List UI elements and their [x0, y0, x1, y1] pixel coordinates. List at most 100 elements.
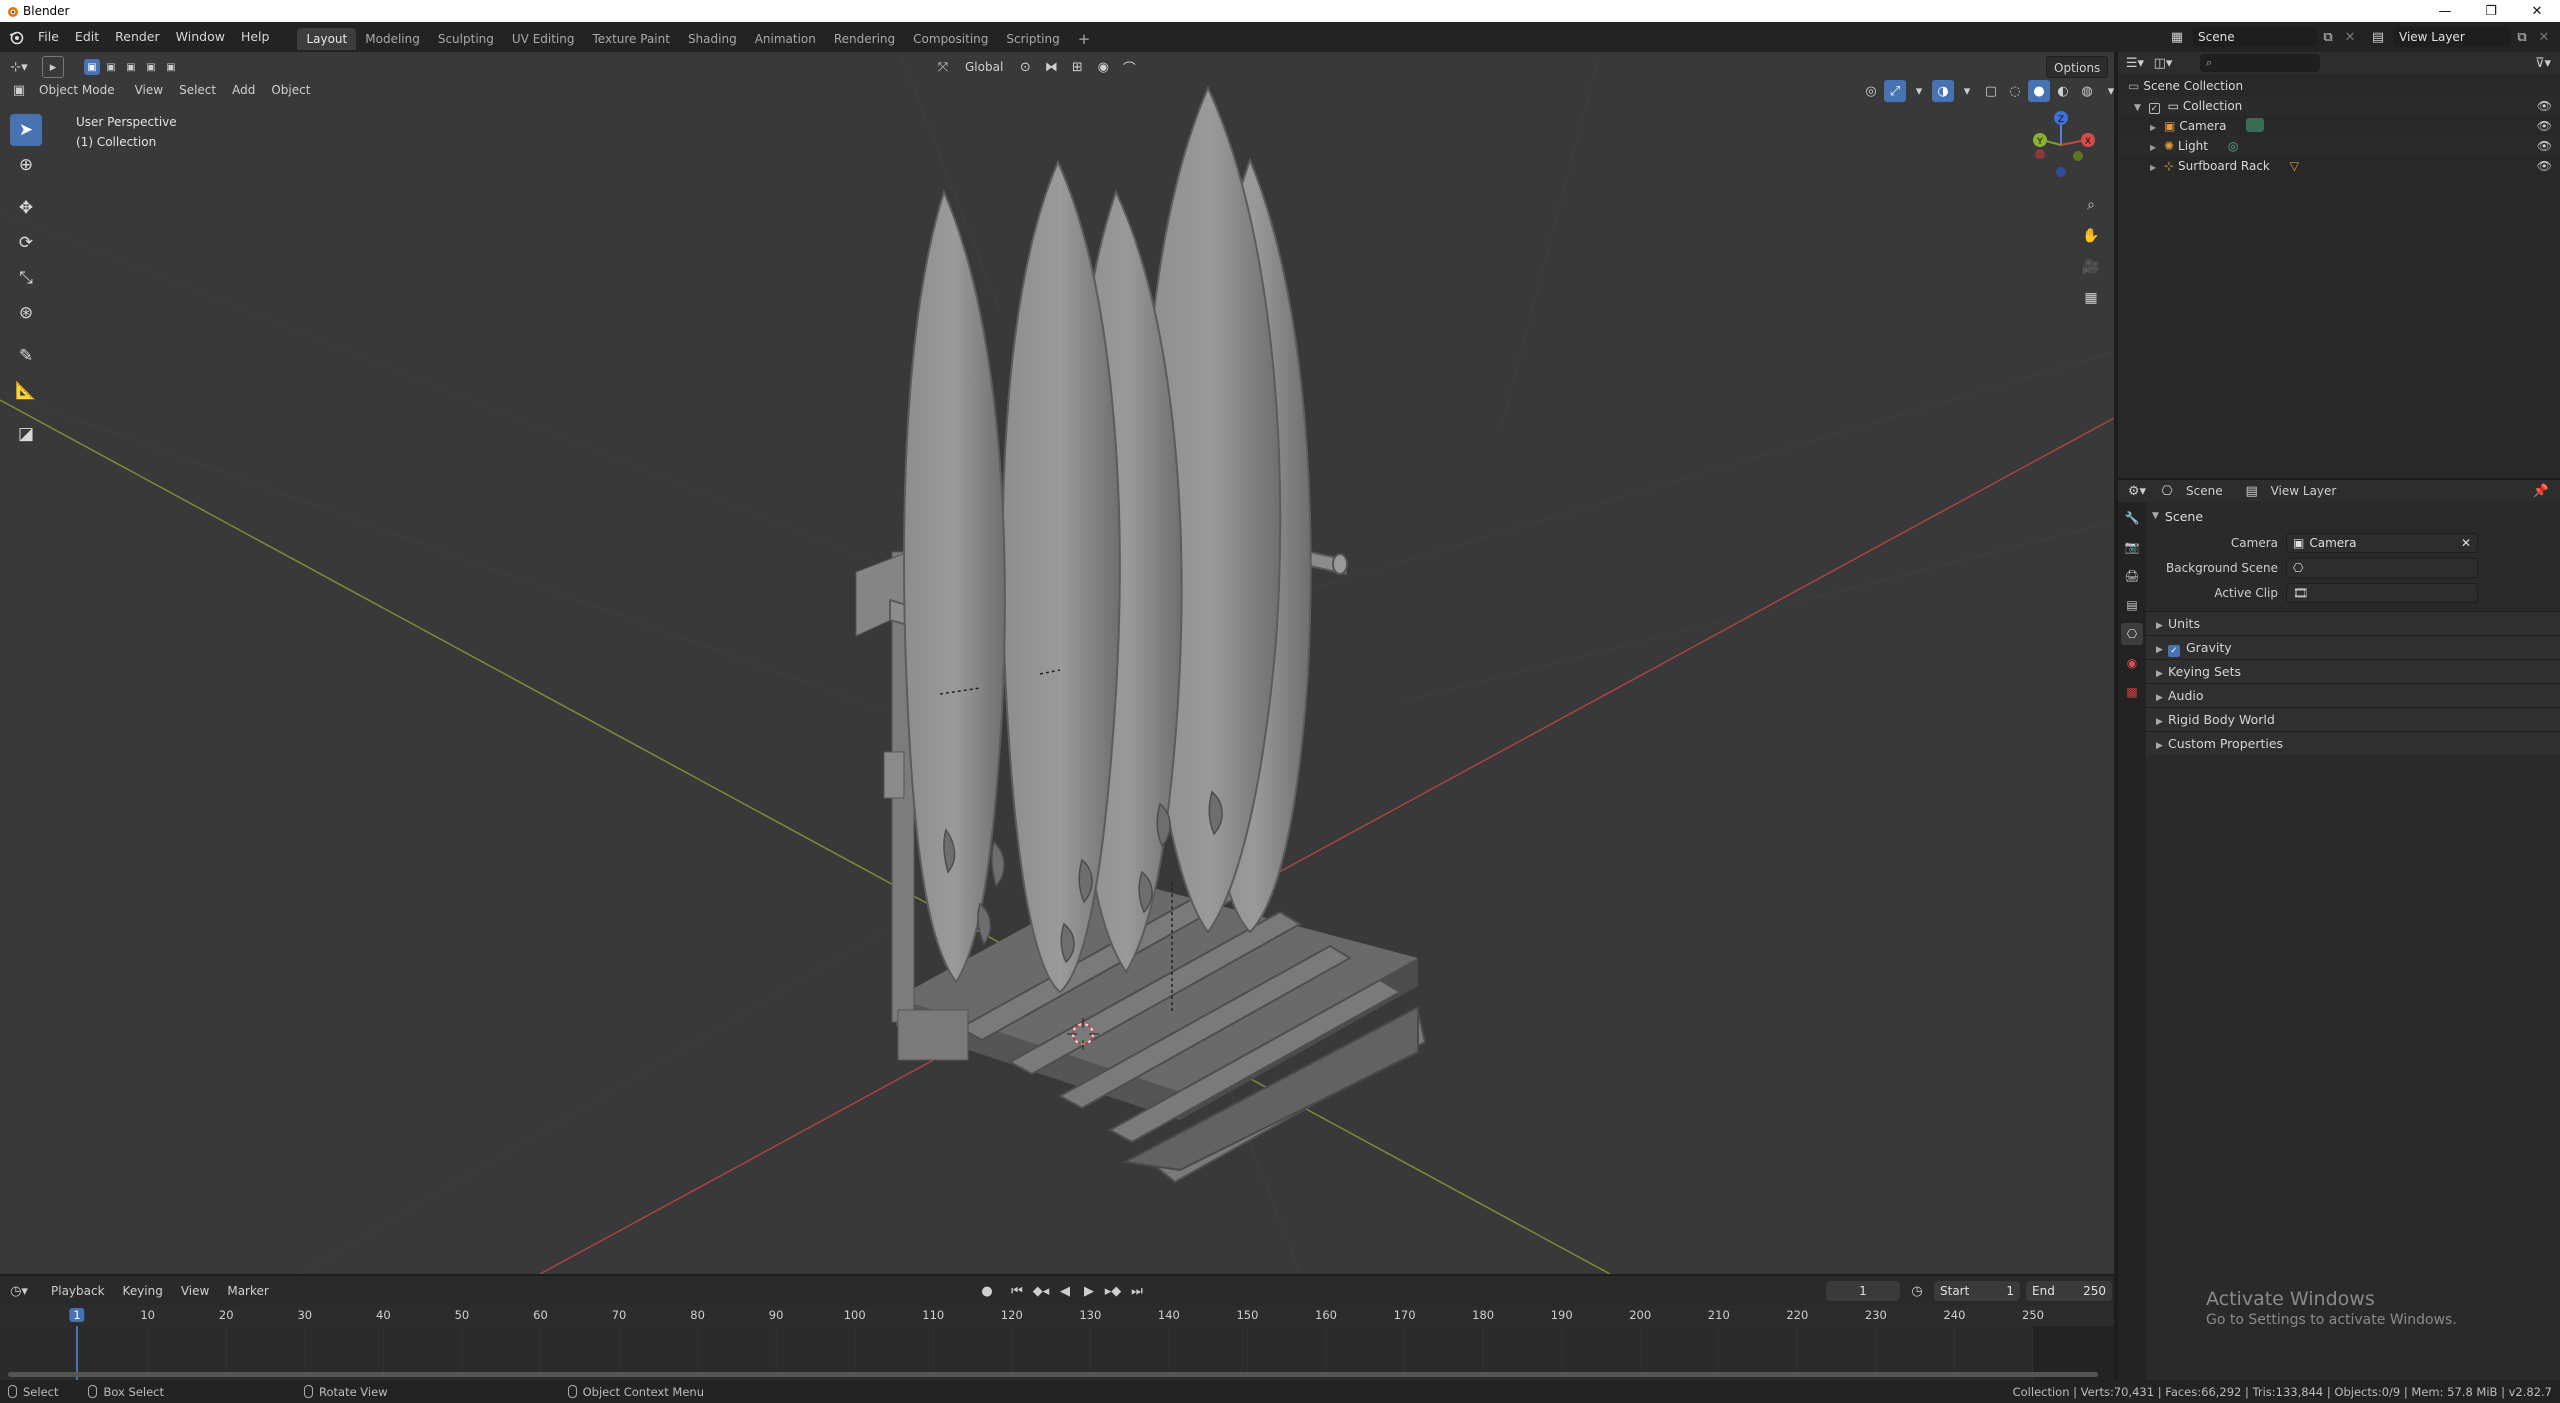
playback-menu[interactable]: Playback [44, 1280, 112, 1302]
new-scene-icon[interactable]: ⧉ [2317, 26, 2339, 48]
proportional-edit-icon[interactable]: ◉ [1092, 56, 1114, 78]
surfboard-rack-visibility-eye-icon[interactable]: 👁 [2537, 156, 2552, 176]
panel-expand-arrow-icon[interactable]: ▶ [2156, 638, 2168, 662]
menu-window[interactable]: Window [168, 22, 233, 52]
scene-browse-icon[interactable]: ▦ [2166, 26, 2188, 48]
tab-uv-editing[interactable]: UV Editing [503, 28, 584, 50]
custom-properties-panel[interactable]: ▶ Custom Properties [2146, 731, 2560, 755]
expand-arrow-icon[interactable]: ▶ [2150, 163, 2156, 172]
active-clip-field[interactable]: 🎞 [2286, 582, 2478, 603]
units-panel[interactable]: ▶ Units [2146, 611, 2560, 635]
snap-toggle-icon[interactable]: ⧓ [1040, 56, 1062, 78]
panel-collapse-arrow-icon[interactable]: ▼ [2152, 511, 2159, 521]
tab-scripting[interactable]: Scripting [997, 28, 1068, 50]
keying-sets-panel[interactable]: ▶ Keying Sets [2146, 659, 2560, 683]
xray-toggle-icon[interactable]: ▢ [1980, 80, 2002, 102]
filter-icon[interactable]: ⊽▾ [2532, 52, 2554, 74]
wireframe-shading-icon[interactable]: ◌ [2004, 80, 2026, 102]
menu-help[interactable]: Help [233, 22, 278, 52]
collection-row[interactable]: ▼ ✓ ▭ Collection 👁 [2118, 96, 2560, 116]
orientation-dropdown[interactable]: Global [958, 56, 1010, 78]
record-icon[interactable]: ● [976, 1280, 998, 1302]
light-visibility-eye-icon[interactable]: 👁 [2537, 136, 2552, 156]
timeline-editor[interactable]: ◷▾ Playback Keying View Marker ● ⏮ ◆◂ ◀ … [0, 1276, 2114, 1380]
tab-modeling[interactable]: Modeling [356, 28, 429, 50]
delete-scene-icon[interactable]: ✕ [2339, 26, 2361, 48]
menu-view[interactable]: View [128, 79, 170, 101]
options-dropdown[interactable]: Options [2046, 56, 2109, 78]
menu-render[interactable]: Render [107, 22, 168, 52]
collection-checkbox[interactable]: ✓ [2148, 103, 2160, 114]
next-keyframe-icon[interactable]: ▸◆ [1102, 1280, 1124, 1302]
menu-file[interactable]: File [30, 22, 67, 52]
expand-arrow-icon[interactable]: ▼ [2134, 103, 2141, 113]
expand-arrow-icon[interactable]: ▶ [2150, 143, 2156, 152]
maximize-button[interactable]: ❐ [2468, 0, 2514, 22]
collection-visibility-eye-icon[interactable]: 👁 [2537, 96, 2552, 116]
view-layer-name-field[interactable]: View Layer [2393, 27, 2511, 47]
select-new-icon[interactable]: ▣ [84, 59, 100, 75]
menu-object[interactable]: Object [264, 79, 317, 101]
scene-name-field[interactable]: Scene [2192, 27, 2317, 47]
preview-range-icon[interactable]: ◷ [1906, 1280, 1928, 1302]
3d-viewport[interactable]: ⊹▾ ▸ ▣ ▣ ▣ ▣ ▣ ⤧ Global ⊙ ⧓ ⊞ ◉ ⌒ Option… [0, 52, 2114, 1274]
overlays-dropdown-icon[interactable]: ▾ [1956, 80, 1978, 102]
gizmo-toggle-icon[interactable]: ⤢ [1884, 80, 1906, 102]
outliner-item-camera[interactable]: ▶ ▣ Camera 👁 [2118, 116, 2560, 136]
camera-visibility-eye-icon[interactable]: 👁 [2537, 116, 2552, 136]
snap-target-icon[interactable]: ⊞ [1066, 56, 1088, 78]
scene-tab-icon[interactable]: ⎔ [2121, 623, 2143, 645]
scale-tool-icon[interactable]: ⤡ [10, 262, 42, 294]
viewport-canvas[interactable] [0, 52, 2114, 1274]
audio-panel[interactable]: ▶ Audio [2146, 683, 2560, 707]
jump-end-icon[interactable]: ⏭ [1126, 1280, 1148, 1302]
tab-compositing[interactable]: Compositing [904, 28, 997, 50]
menu-select[interactable]: Select [172, 79, 223, 101]
select-mode-icon[interactable]: ▸ [42, 56, 64, 78]
material-shading-icon[interactable]: ◐ [2052, 80, 2074, 102]
new-view-layer-icon[interactable]: ⧉ [2511, 26, 2533, 48]
output-tab-icon[interactable]: 🖨 [2121, 565, 2143, 587]
pin-icon[interactable]: 📌 [2530, 480, 2552, 502]
texture-tab-icon[interactable]: ▩ [2121, 681, 2143, 703]
cursor-tool-icon[interactable]: ⊕ [10, 149, 42, 181]
start-frame-field[interactable]: Start 1 [1934, 1281, 2020, 1301]
add-workspace-button[interactable]: + [1069, 28, 1100, 50]
pivot-point-icon[interactable]: ⊙ [1014, 56, 1036, 78]
expand-arrow-icon[interactable]: ▶ [2150, 123, 2156, 132]
gravity-panel[interactable]: ▶ ✓ Gravity [2146, 635, 2560, 659]
menu-edit[interactable]: Edit [67, 22, 107, 52]
marker-menu[interactable]: Marker [220, 1280, 275, 1302]
play-reverse-icon[interactable]: ◀ [1054, 1280, 1076, 1302]
background-scene-field[interactable]: ⎔ [2286, 557, 2478, 578]
gravity-checkbox[interactable]: ✓ [2168, 645, 2180, 657]
select-tool-icon[interactable]: ➤ [10, 114, 42, 146]
view-layer-browse-icon[interactable]: ▤ [2367, 26, 2389, 48]
mode-dropdown[interactable]: Object Mode [32, 79, 122, 101]
select-intersect-icon[interactable]: ▣ [162, 59, 180, 75]
tab-animation[interactable]: Animation [746, 28, 825, 50]
tab-layout[interactable]: Layout [297, 28, 357, 50]
outliner-item-surfboard-rack[interactable]: ▶ ⊹ Surfboard Rack ▽ 👁 [2118, 156, 2560, 176]
outliner-search-input[interactable]: ⌕ [2200, 54, 2320, 72]
blender-menu-icon[interactable] [8, 29, 24, 45]
close-button[interactable]: ✕ [2514, 0, 2560, 22]
prev-keyframe-icon[interactable]: ◆◂ [1030, 1280, 1052, 1302]
tab-shading[interactable]: Shading [679, 28, 746, 50]
scene-panel-header[interactable]: ▼ Scene [2146, 506, 2560, 526]
tool-tab-icon[interactable]: 🔧 [2121, 507, 2143, 529]
world-tab-icon[interactable]: ◉ [2121, 652, 2143, 674]
outliner-item-light[interactable]: ▶ ✺ Light ◎ 👁 [2118, 136, 2560, 156]
falloff-icon[interactable]: ⌒ [1118, 56, 1140, 78]
timeline-ruler[interactable]: 1 10 20 30 40 50 60 70 80 90 100 110 120 130 140 150 160… [0, 1306, 2114, 1326]
transform-orientation-icon[interactable]: ⤧ [932, 56, 954, 78]
measure-tool-icon[interactable]: 📐 [10, 375, 42, 407]
select-subtract-icon[interactable]: ▣ [122, 59, 140, 75]
rendered-shading-icon[interactable]: ◍ [2076, 80, 2098, 102]
panel-expand-arrow-icon[interactable]: ▶ [2156, 734, 2168, 758]
delete-view-layer-icon[interactable]: ✕ [2533, 26, 2555, 48]
object-mode-icon[interactable]: ▣ [8, 79, 30, 101]
keying-menu[interactable]: Keying [116, 1280, 170, 1302]
menu-add[interactable]: Add [225, 79, 262, 101]
editor-type-icon[interactable]: ⊹▾ [8, 56, 30, 78]
